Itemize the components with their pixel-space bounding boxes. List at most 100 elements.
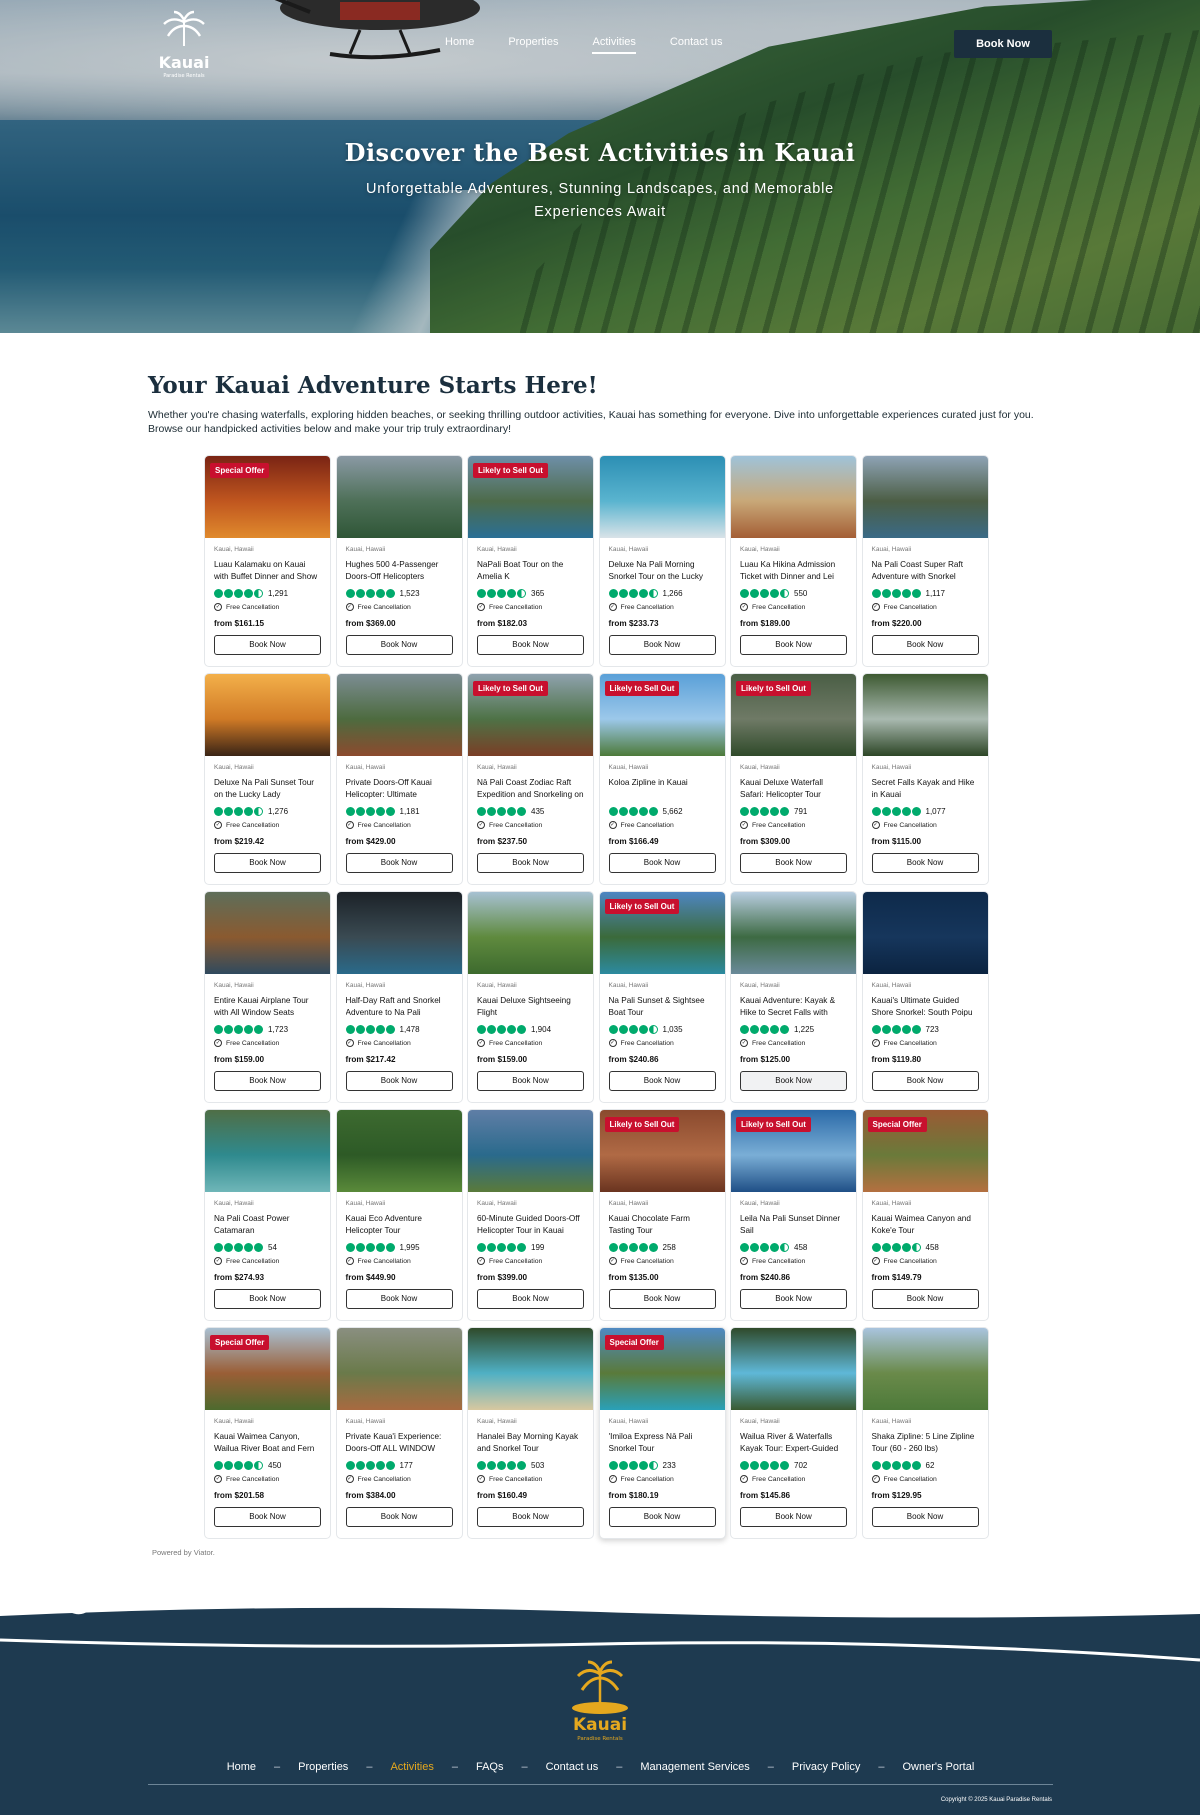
nav-home[interactable]: Home [445,36,474,54]
activity-image[interactable] [862,1328,988,1410]
activity-title[interactable]: Kauai Deluxe Sightseeing Flight [477,995,584,1019]
activity-title[interactable]: Private Kaua'i Experience: Doors-Off ALL… [346,1431,453,1455]
activity-card[interactable]: Kauai, Hawaii Private Doors-Off Kauai Hel… [335,673,463,885]
footer-nav-management-services[interactable]: Management Services [640,1761,749,1773]
activity-book-button[interactable]: Book Now [608,635,716,655]
footer-nav-home[interactable]: Home [227,1761,256,1773]
activity-book-button[interactable]: Book Now [871,635,979,655]
activity-book-button[interactable]: Book Now [871,1071,979,1091]
activity-card[interactable]: Kauai, Hawaii Half-Day Raft and Snorkel A… [335,891,463,1103]
activity-book-button[interactable]: Book Now [214,853,321,873]
activity-book-button[interactable]: Book Now [740,1507,847,1527]
activity-title[interactable]: Hanalei Bay Morning Kayak and Snorkel To… [477,1431,584,1455]
activity-book-button[interactable]: Book Now [740,853,847,873]
activity-card[interactable]: Special Offer Kauai, Hawaii 'Imiloa Expres… [598,1327,726,1539]
activity-card[interactable]: Kauai, Hawaii Kauai Eco Adventure Helicop… [335,1109,463,1321]
activity-book-button[interactable]: Book Now [345,1289,453,1309]
footer-nav-properties[interactable]: Properties [298,1761,348,1773]
activity-image[interactable] [336,1328,462,1410]
activity-title[interactable]: Half-Day Raft and Snorkel Adventure to N… [346,995,453,1019]
activity-image[interactable]: Likely to Sell Out [599,674,725,756]
activity-title[interactable]: Kauai Eco Adventure Helicopter Tour [346,1213,453,1237]
footer-logo[interactable]: Kauai Paradise Rentals [564,1660,636,1744]
activity-title[interactable]: Kauai Adventure: Kayak & Hike to Secret … [740,995,847,1019]
activity-image[interactable] [468,892,593,974]
activity-card[interactable]: Likely to Sell Out Kauai, Hawaii Leila Na … [730,1109,857,1321]
activity-book-button[interactable]: Book Now [477,1289,584,1309]
activity-title[interactable]: Private Doors-Off Kauai Helicopter: Ulti… [346,777,453,801]
footer-nav-contact-us[interactable]: Contact us [546,1761,599,1773]
activity-card[interactable]: Likely to Sell Out Kauai, Hawaii Na Pali S… [598,891,726,1103]
activity-image[interactable] [862,456,988,538]
activity-card[interactable]: Kauai, Hawaii Kauai's Ultimate Guided Sho… [861,891,989,1103]
activity-book-button[interactable]: Book Now [608,1507,716,1527]
activity-image[interactable] [336,674,462,756]
activity-title[interactable]: Deluxe Na Pali Sunset Tour on the Lucky … [214,777,321,801]
activity-book-button[interactable]: Book Now [214,1071,321,1091]
activity-card[interactable]: Kauai, Hawaii Na Pali Coast Super Raft Ad… [861,455,989,667]
activity-image[interactable]: Likely to Sell Out [731,674,856,756]
activity-card[interactable]: Kauai, Hawaii Wailua River & Waterfalls K… [730,1327,857,1539]
nav-activities[interactable]: Activities [592,36,636,54]
activity-card[interactable]: Kauai, Hawaii Luau Ka Hikina Admission Ti… [730,455,857,667]
activity-image[interactable]: Special Offer [599,1328,725,1410]
activity-title[interactable]: Luau Kalamaku on Kauai with Buffet Dinne… [214,559,321,583]
activity-card[interactable]: Likely to Sell Out Kauai, Hawaii Kauai Cho… [598,1109,726,1321]
activity-image[interactable]: Special Offer [205,1328,330,1410]
kauai-logo[interactable]: Kauai Paradise Rentals [148,10,220,82]
activity-title[interactable]: Kauai's Ultimate Guided Shore Snorkel: S… [872,995,979,1019]
activity-book-button[interactable]: Book Now [345,1071,453,1091]
activity-book-button[interactable]: Book Now [477,635,584,655]
activity-card[interactable]: Kauai, Hawaii Deluxe Na Pali Sunset Tour … [204,673,331,885]
activity-title[interactable]: Deluxe Na Pali Morning Snorkel Tour on t… [609,559,716,583]
footer-nav-faqs[interactable]: FAQs [476,1761,504,1773]
activity-title[interactable]: Leila Na Pali Sunset Dinner Sail [740,1213,847,1237]
activity-title[interactable]: Shaka Zipline: 5 Line Zipline Tour (60 -… [872,1431,979,1455]
activity-book-button[interactable]: Book Now [477,853,584,873]
activity-card[interactable]: Likely to Sell Out Kauai, Hawaii Kauai Del… [730,673,857,885]
activity-book-button[interactable]: Book Now [345,1507,453,1527]
activity-card[interactable]: Likely to Sell Out Kauai, Hawaii NaPali Bo… [467,455,594,667]
activity-book-button[interactable]: Book Now [608,853,716,873]
activity-book-button[interactable]: Book Now [740,635,847,655]
activity-title[interactable]: Na Pali Coast Super Raft Adventure with … [872,559,979,583]
activity-card[interactable]: Likely to Sell Out Kauai, Hawaii Koloa Zip… [598,673,726,885]
activity-book-button[interactable]: Book Now [871,853,979,873]
activity-book-button[interactable]: Book Now [871,1289,979,1309]
activity-image[interactable]: Special Offer [862,1110,988,1192]
activity-image[interactable] [599,456,725,538]
activity-title[interactable]: NaPali Boat Tour on the Amelia K [477,559,584,583]
activity-title[interactable]: Na Pali Sunset & Sightsee Boat Tour [609,995,716,1019]
activity-book-button[interactable]: Book Now [477,1507,584,1527]
activity-image[interactable]: Likely to Sell Out [599,1110,725,1192]
activity-card[interactable]: Kauai, Hawaii Kauai Deluxe Sightseeing Fl… [467,891,594,1103]
activity-book-button[interactable]: Book Now [608,1071,716,1091]
activity-book-button[interactable]: Book Now [214,1507,321,1527]
activity-book-button[interactable]: Book Now [214,1289,321,1309]
activity-title[interactable]: Kauai Waimea Canyon, Wailua River Boat a… [214,1431,321,1455]
footer-nav-owner-s-portal[interactable]: Owner's Portal [903,1761,975,1773]
activity-title[interactable]: Entire Kauai Airplane Tour with All Wind… [214,995,321,1019]
nav-properties[interactable]: Properties [508,36,558,54]
footer-nav-activities[interactable]: Activities [390,1761,433,1773]
activity-title[interactable]: Wailua River & Waterfalls Kayak Tour: Ex… [740,1431,847,1455]
activity-card[interactable]: Likely to Sell Out Kauai, Hawaii Nā Pali C… [467,673,594,885]
activity-title[interactable]: 60-Minute Guided Doors-Off Helicopter To… [477,1213,584,1237]
activity-title[interactable]: Kauai Deluxe Waterfall Safari: Helicopte… [740,777,847,801]
activity-book-button[interactable]: Book Now [345,635,453,655]
activity-image[interactable]: Likely to Sell Out [731,1110,856,1192]
activity-image[interactable] [336,892,462,974]
activity-title[interactable]: Kauai Chocolate Farm Tasting Tour [609,1213,716,1237]
activity-image[interactable] [731,892,856,974]
activity-book-button[interactable]: Book Now [608,1289,716,1309]
activity-image[interactable] [336,1110,462,1192]
activity-title[interactable]: Koloa Zipline in Kauai [609,777,716,801]
activity-card[interactable]: Kauai, Hawaii Private Kaua'i Experience: … [335,1327,463,1539]
activity-image[interactable] [468,1328,593,1410]
book-now-button[interactable]: Book Now [954,30,1052,58]
activity-image[interactable]: Likely to Sell Out [599,892,725,974]
activity-title[interactable]: 'Imiloa Express Nā Pali Snorkel Tour [609,1431,716,1455]
activity-title[interactable]: Hughes 500 4-Passenger Doors-Off Helicop… [346,559,453,583]
activity-title[interactable]: Nā Pali Coast Zodiac Raft Expedition and… [477,777,584,801]
activity-book-button[interactable]: Book Now [871,1507,979,1527]
